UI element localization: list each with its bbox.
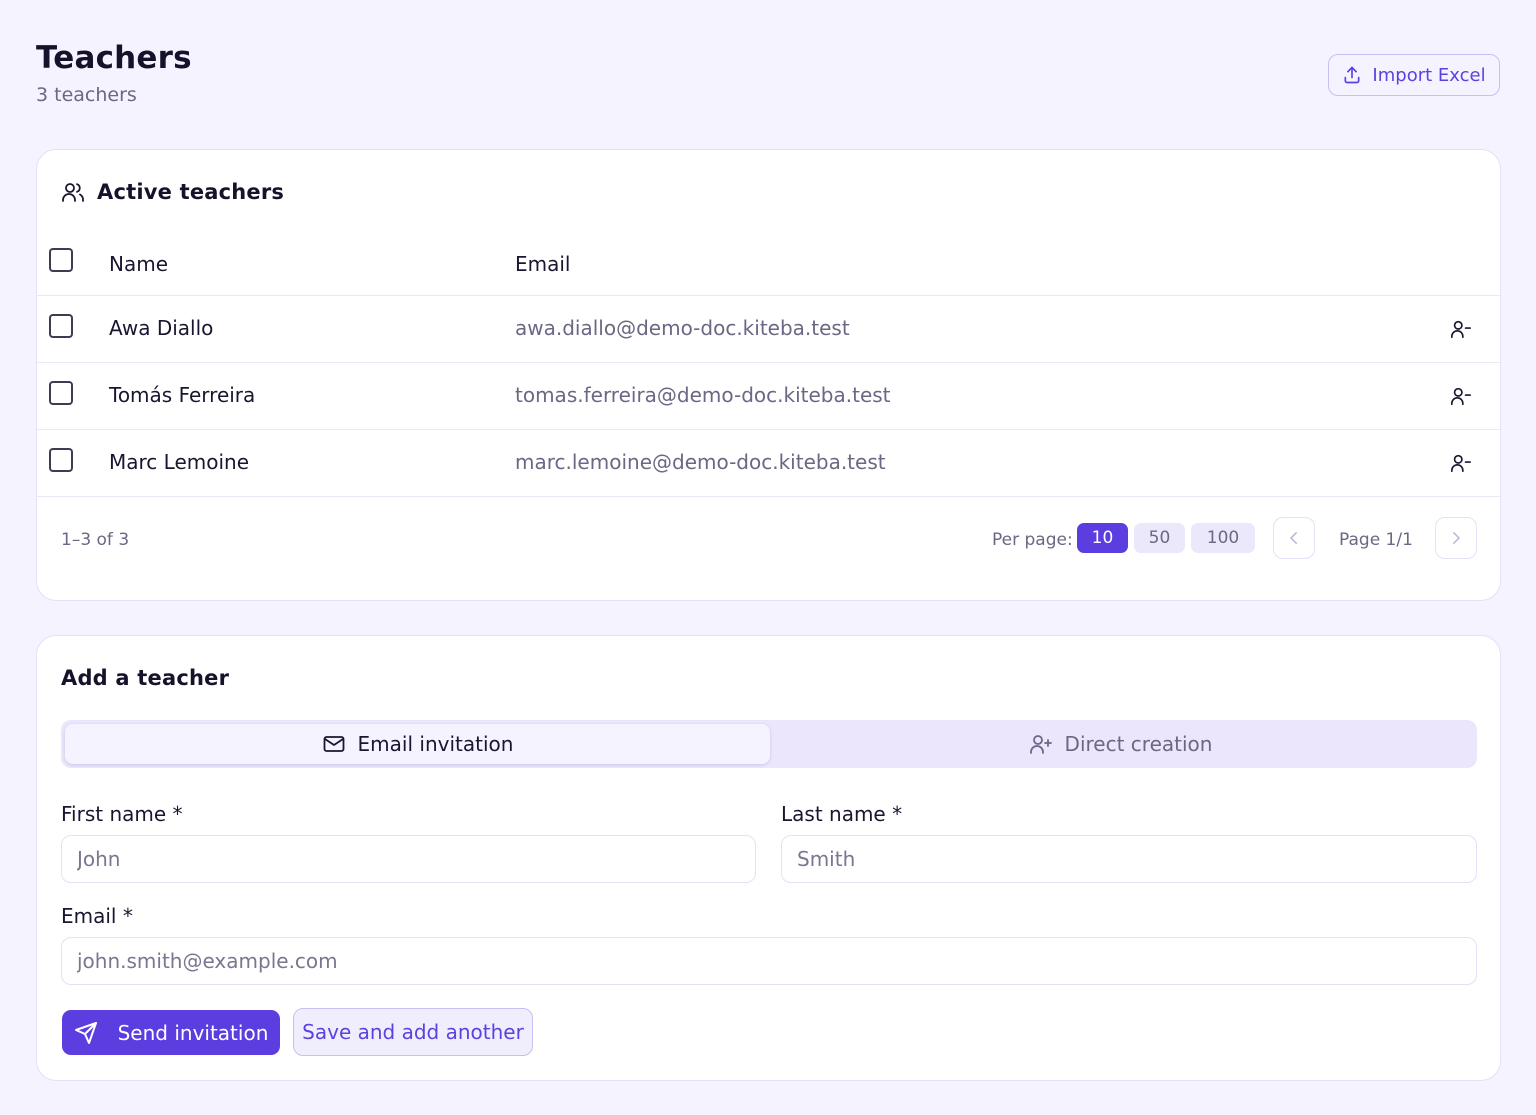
send-invitation-button[interactable]: Send invitation (62, 1010, 280, 1055)
remove-teacher-button[interactable] (1448, 316, 1474, 342)
first-name-label: First name * (61, 802, 183, 826)
row-checkbox[interactable] (49, 314, 73, 338)
teachers-table: Name Email Awa Diallo awa.diallo@demo-do… (37, 236, 1500, 497)
user-minus-icon (1451, 454, 1471, 473)
last-name-label: Last name * (781, 802, 903, 826)
pagination-bar: 1–3 of 3 Per page: 10 50 100 Page 1/1 (37, 517, 1500, 562)
tab-email-label: Email invitation (357, 732, 514, 756)
row-checkbox[interactable] (49, 448, 73, 472)
tab-direct-creation[interactable]: Direct creation (768, 724, 1473, 764)
upload-icon (1344, 66, 1360, 84)
chevron-left-icon (1290, 532, 1297, 544)
column-header-name[interactable]: Name (109, 252, 168, 276)
tab-direct-label: Direct creation (1064, 732, 1213, 756)
page-header: Teachers 3 teachers (36, 40, 192, 106)
teacher-email: tomas.ferreira@demo-doc.kiteba.test (515, 383, 891, 407)
mail-icon (323, 736, 344, 752)
user-plus-icon (1029, 735, 1052, 754)
table-header-row: Name Email (37, 236, 1500, 296)
active-teachers-heading: Active teachers (61, 180, 284, 204)
teacher-email: marc.lemoine@demo-doc.kiteba.test (515, 450, 886, 474)
send-icon (74, 1021, 97, 1044)
results-range: 1–3 of 3 (61, 530, 130, 550)
per-page-10-button[interactable]: 10 (1077, 523, 1128, 553)
select-all-checkbox[interactable] (49, 248, 73, 272)
first-name-field[interactable] (61, 835, 756, 883)
teacher-name: Marc Lemoine (109, 450, 249, 474)
teacher-name: Tomás Ferreira (109, 383, 256, 407)
previous-page-button[interactable] (1273, 517, 1315, 559)
row-checkbox[interactable] (49, 381, 73, 405)
per-page-100-button[interactable]: 100 (1191, 523, 1255, 553)
page-title: Teachers (36, 40, 192, 76)
teacher-count: 3 teachers (36, 84, 137, 106)
teacher-name: Awa Diallo (109, 316, 214, 340)
add-teacher-card: Add a teacher Email invitation Direct cr… (36, 635, 1501, 1081)
email-field[interactable] (61, 937, 1477, 985)
page-indicator: Page 1/1 (1339, 530, 1413, 550)
user-minus-icon (1451, 387, 1471, 406)
save-and-add-another-button[interactable]: Save and add another (293, 1008, 533, 1056)
teacher-email: awa.diallo@demo-doc.kiteba.test (515, 316, 850, 340)
per-page-50-button[interactable]: 50 (1134, 523, 1185, 553)
user-minus-icon (1451, 320, 1471, 339)
per-page-label: Per page: (992, 530, 1073, 550)
next-page-button[interactable] (1435, 517, 1477, 559)
import-excel-label: Import Excel (1372, 64, 1486, 86)
column-header-email[interactable]: Email (515, 252, 571, 276)
remove-teacher-button[interactable] (1448, 383, 1474, 409)
chevron-right-icon (1453, 532, 1460, 544)
send-invitation-label: Send invitation (117, 1020, 269, 1045)
users-icon (62, 183, 84, 202)
table-row: Awa Diallo awa.diallo@demo-doc.kiteba.te… (37, 296, 1500, 363)
import-excel-button[interactable]: Import Excel (1328, 54, 1500, 96)
add-mode-tabs: Email invitation Direct creation (61, 720, 1477, 768)
active-teachers-title: Active teachers (97, 180, 285, 204)
table-row: Marc Lemoine marc.lemoine@demo-doc.kiteb… (37, 430, 1500, 497)
email-label: Email * (61, 904, 133, 928)
tab-email-invitation[interactable]: Email invitation (65, 724, 770, 764)
table-row: Tomás Ferreira tomas.ferreira@demo-doc.k… (37, 363, 1500, 430)
add-teacher-title: Add a teacher (61, 666, 230, 690)
last-name-field[interactable] (781, 835, 1477, 883)
active-teachers-card: Active teachers Name Email Awa Diallo aw… (36, 149, 1501, 601)
remove-teacher-button[interactable] (1448, 450, 1474, 476)
